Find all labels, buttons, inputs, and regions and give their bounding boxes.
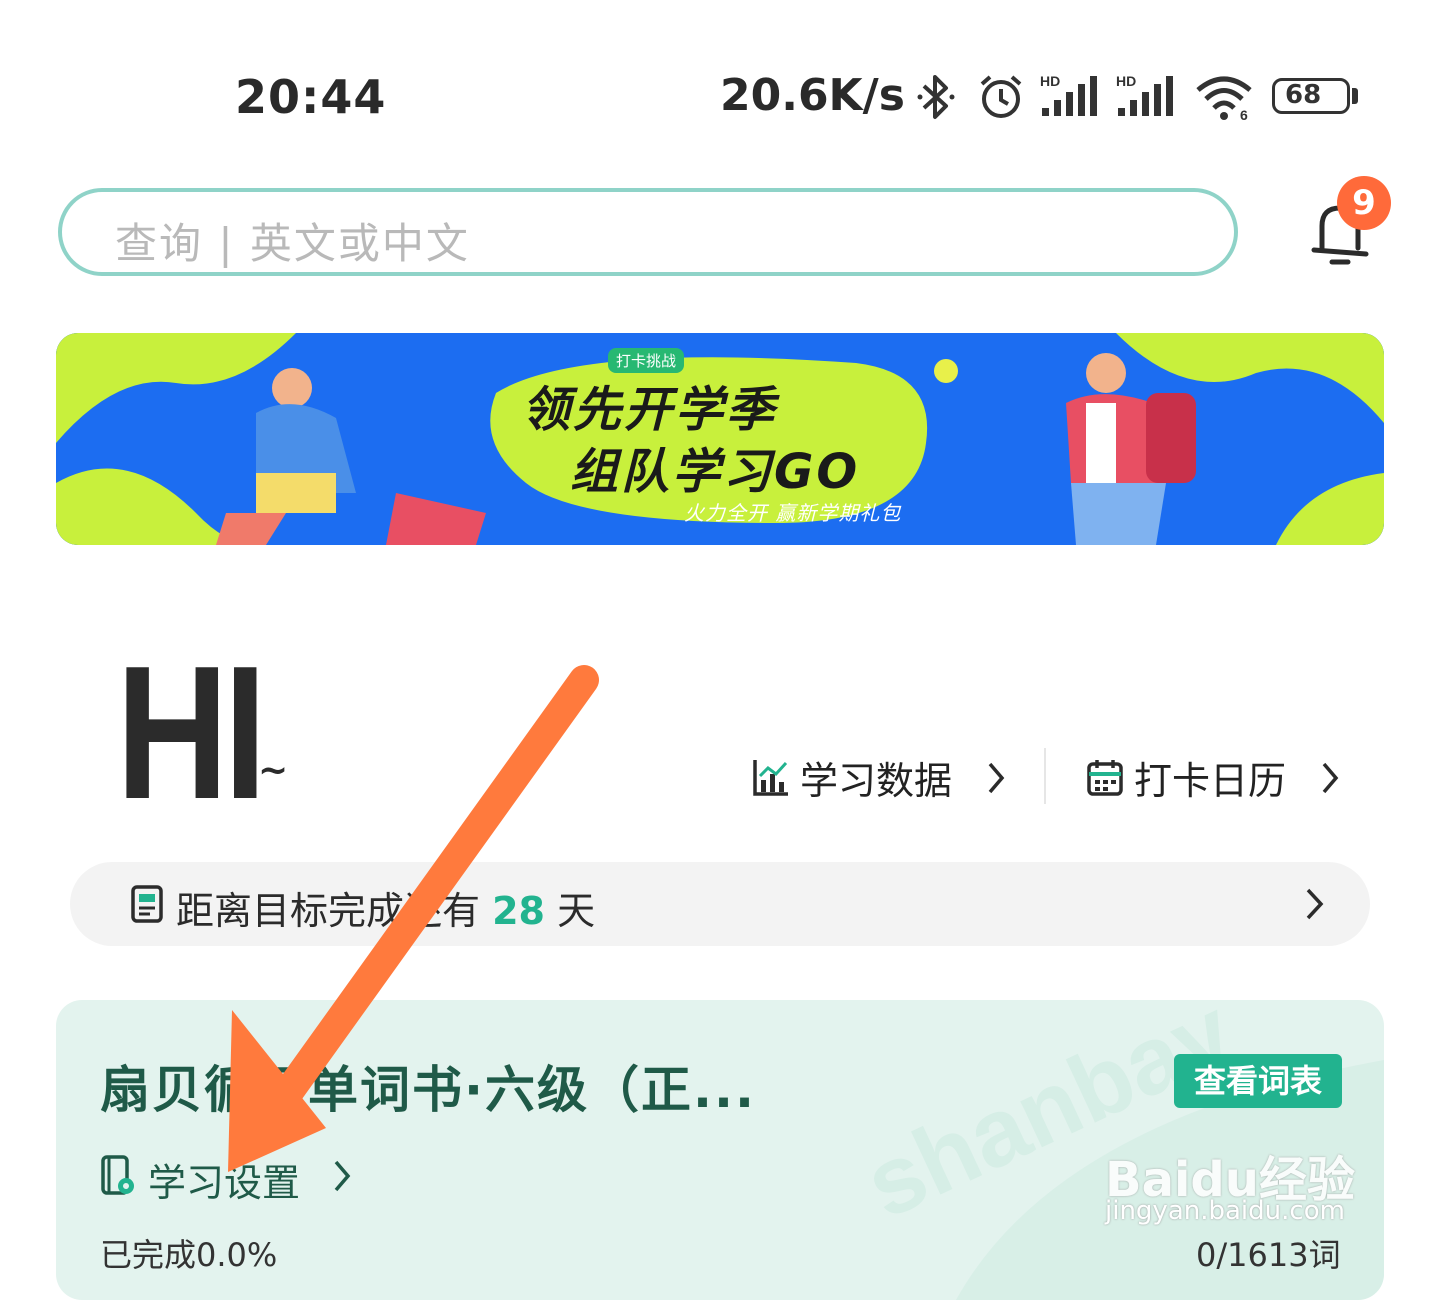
greeting-tilde: ~ [258,750,289,791]
chevron-right-icon [988,762,1005,794]
chevron-right-icon [1322,762,1339,794]
bluetooth-icon [917,75,955,119]
signal-hd-icon: HD [1116,73,1173,116]
banner-subtitle: 火力全开 赢新学期礼包 [684,501,902,525]
study-data-label: 学习数据 [800,759,953,803]
settings-book-icon [101,1155,134,1195]
greeting-hi: HI [116,627,267,839]
banner-headline: 领先开学季 [522,382,778,438]
watermark-url: jingyan.baidu.com [1105,1196,1345,1226]
wifi-icon: 6 [1196,76,1252,122]
goal-icon [131,885,163,923]
goal-text: 距离目标完成还有 28 天 [176,880,595,935]
network-speed: 20.6K/s [720,70,905,121]
checkin-calendar-label: 打卡日历 [1134,759,1287,803]
notification-badge: 9 [1337,176,1391,230]
goal-days: 28 [492,889,545,933]
links-divider [1044,748,1046,804]
svg-text:HD: HD [1116,73,1136,89]
book-title: 扇贝循环单词书·六级（正... [100,1061,756,1119]
view-wordlist-button[interactable]: 查看词表 [1174,1054,1342,1108]
alarm-icon [980,75,1022,118]
search-placeholder: 查询 | 英文或中文 [115,219,470,268]
goal-suffix: 天 [557,889,596,933]
battery-nub [1352,88,1358,104]
status-time: 20:44 [235,70,387,124]
svg-text:6: 6 [1240,107,1248,122]
battery-level: 68 [1285,80,1322,110]
banner-headline-2: 组队学习GO [570,444,861,500]
svg-text:HD: HD [1040,73,1060,89]
calendar-icon [1087,760,1123,796]
goal-prefix: 距离目标完成还有 [176,889,481,933]
word-count: 0/1613词 [1196,1236,1341,1274]
progress-label: 已完成0.0% [100,1236,278,1274]
chevron-right-icon [334,1160,351,1192]
study-settings-label: 学习设置 [148,1161,301,1205]
chevron-right-icon[interactable] [1304,886,1326,922]
chart-icon [753,760,788,796]
signal-hd-icon: HD [1040,73,1097,116]
